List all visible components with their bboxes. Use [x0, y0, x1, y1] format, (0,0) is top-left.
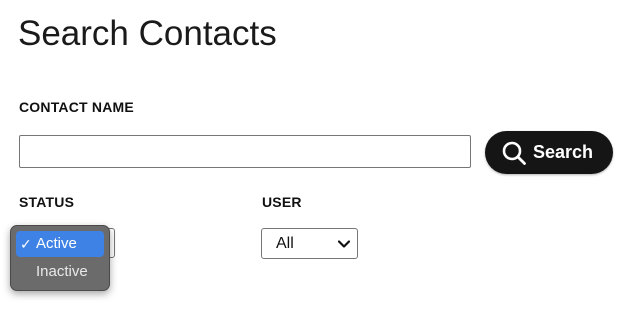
- status-option-label: Active: [36, 235, 77, 252]
- search-button[interactable]: Search: [485, 131, 613, 174]
- search-button-label: Search: [532, 142, 594, 162]
- user-select-value: All: [276, 234, 294, 252]
- chevron-down-icon: [337, 239, 351, 248]
- status-option-label: Inactive: [36, 263, 88, 280]
- search-icon: [502, 141, 526, 165]
- user-label: USER: [262, 194, 302, 210]
- search-contacts-page: Search Contacts CONTACT NAME Search STAT…: [0, 0, 640, 310]
- checkmark-icon: ✓: [20, 236, 32, 252]
- status-option-active[interactable]: ✓ Active: [16, 231, 104, 257]
- status-label: STATUS: [19, 194, 75, 210]
- status-option-inactive[interactable]: Inactive: [16, 259, 104, 285]
- page-title: Search Contacts: [18, 14, 277, 53]
- user-select[interactable]: All: [261, 228, 358, 259]
- contact-name-label: CONTACT NAME: [19, 99, 134, 115]
- status-dropdown-menu: ✓ Active Inactive: [10, 225, 110, 291]
- contact-name-input[interactable]: [19, 135, 471, 168]
